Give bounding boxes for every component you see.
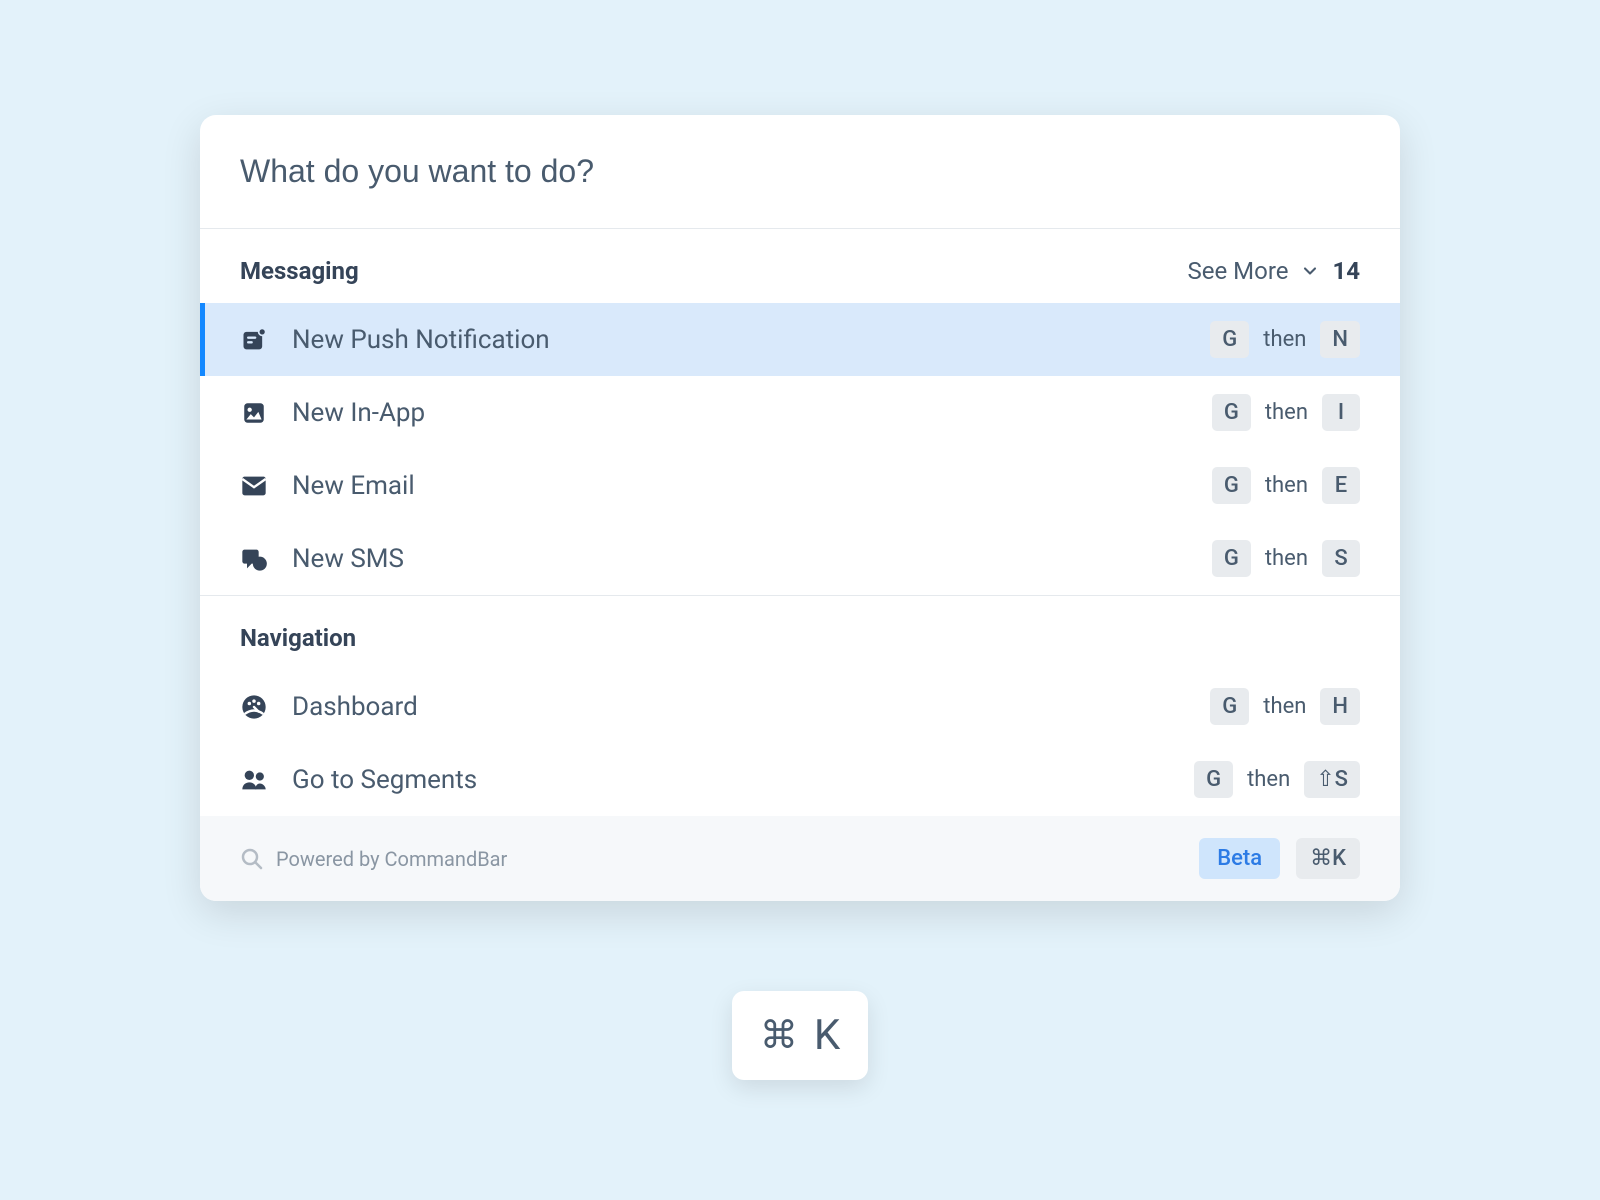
- then-text: then: [1247, 767, 1290, 792]
- email-icon: [240, 472, 268, 500]
- command-label: New Push Notification: [292, 325, 550, 355]
- section-header-messaging: Messaging See More 14: [200, 229, 1400, 303]
- key: G: [1212, 540, 1251, 577]
- footer-shortcut: ⌘K: [1296, 838, 1360, 879]
- footer-text: Powered by CommandBar: [276, 847, 507, 871]
- command-item-new-in-app[interactable]: New In-App G then I: [200, 376, 1400, 449]
- search-container: [200, 115, 1400, 229]
- section-title: Navigation: [240, 624, 356, 652]
- command-label: New Email: [292, 471, 415, 501]
- command-item-go-to-segments[interactable]: Go to Segments G then ⇧S: [200, 743, 1400, 816]
- see-more-button[interactable]: See More 14: [1188, 257, 1360, 285]
- push-notification-icon: [240, 326, 268, 354]
- section-title: Messaging: [240, 257, 359, 285]
- key: G: [1212, 467, 1251, 504]
- key: E: [1322, 467, 1360, 504]
- command-label: New SMS: [292, 544, 404, 574]
- key: G: [1212, 394, 1251, 431]
- shortcut: G then ⇧S: [1194, 761, 1360, 798]
- command-left: New Email: [240, 471, 415, 501]
- commandbar-logo-icon: [240, 847, 264, 871]
- command-left: Dashboard: [240, 692, 418, 722]
- key: H: [1320, 688, 1360, 725]
- command-item-new-push-notification[interactable]: New Push Notification G then N: [200, 303, 1400, 376]
- section-header-navigation: Navigation: [200, 596, 1400, 670]
- key: S: [1322, 540, 1360, 577]
- key: G: [1210, 321, 1249, 358]
- then-text: then: [1265, 546, 1308, 571]
- shortcut-hint: ⌘ K: [732, 991, 868, 1080]
- search-input[interactable]: [240, 153, 1360, 190]
- then-text: then: [1263, 327, 1306, 352]
- beta-badge: Beta: [1199, 838, 1280, 879]
- shortcut: G then S: [1212, 540, 1360, 577]
- key: ⇧S: [1304, 761, 1360, 798]
- shortcut: G then H: [1210, 688, 1360, 725]
- chevron-down-icon: [1300, 261, 1320, 281]
- then-text: then: [1263, 694, 1306, 719]
- dashboard-icon: [240, 693, 268, 721]
- shortcut-key: K: [814, 1011, 840, 1060]
- footer: Powered by CommandBar Beta ⌘K: [200, 816, 1400, 901]
- key: G: [1194, 761, 1233, 798]
- command-label: Go to Segments: [292, 765, 477, 795]
- command-label: Dashboard: [292, 692, 418, 722]
- command-left: New SMS: [240, 544, 404, 574]
- footer-right: Beta ⌘K: [1199, 838, 1360, 879]
- command-left: New Push Notification: [240, 325, 550, 355]
- then-text: then: [1265, 473, 1308, 498]
- command-left: Go to Segments: [240, 765, 477, 795]
- footer-left: Powered by CommandBar: [240, 847, 507, 871]
- command-icon: ⌘: [760, 1013, 798, 1058]
- then-text: then: [1265, 400, 1308, 425]
- command-item-new-email[interactable]: New Email G then E: [200, 449, 1400, 522]
- command-item-dashboard[interactable]: Dashboard G then H: [200, 670, 1400, 743]
- sms-icon: [240, 545, 268, 573]
- in-app-icon: [240, 399, 268, 427]
- command-palette: Messaging See More 14 New Push Notificat…: [200, 115, 1400, 901]
- key: N: [1320, 321, 1360, 358]
- see-more-count: 14: [1332, 257, 1360, 285]
- segments-icon: [240, 766, 268, 794]
- command-left: New In-App: [240, 398, 425, 428]
- command-item-new-sms[interactable]: New SMS G then S: [200, 522, 1400, 595]
- shortcut: G then E: [1212, 467, 1360, 504]
- command-label: New In-App: [292, 398, 425, 428]
- key: G: [1210, 688, 1249, 725]
- see-more-label: See More: [1188, 257, 1289, 285]
- key: I: [1322, 394, 1360, 431]
- shortcut: G then N: [1210, 321, 1360, 358]
- shortcut: G then I: [1212, 394, 1360, 431]
